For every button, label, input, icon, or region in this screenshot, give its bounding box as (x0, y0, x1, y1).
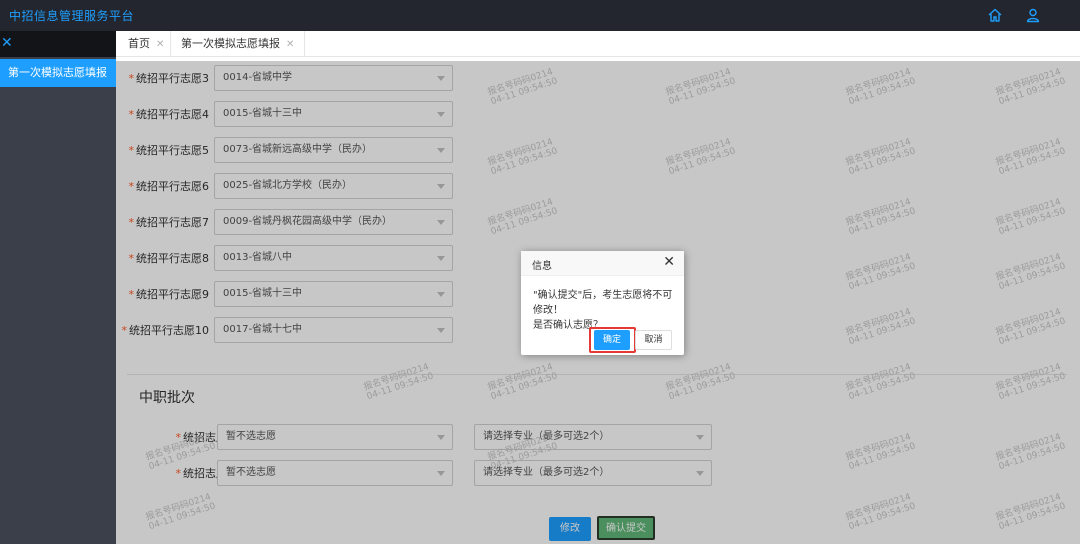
close-icon[interactable]: ✕ (663, 255, 675, 269)
user-icon[interactable] (1025, 7, 1041, 23)
tab-mock-application[interactable]: 第一次模拟志愿填报 ✕ (170, 31, 306, 57)
top-header: 中招信息管理服务平台 (0, 0, 1080, 31)
sidebar-item-label: 第一次模拟志愿填报 (8, 66, 107, 79)
confirm-dialog: 信息 ✕ "确认提交"后，考生志愿将不可修改！ 是否确认志愿？ 确定 取消 (521, 251, 684, 355)
dialog-title: 信息 (532, 261, 552, 272)
sidebar-header: ✕ (0, 31, 116, 57)
sidebar: ✕ 第一次模拟志愿填报 (0, 31, 116, 544)
app-title: 中招信息管理服务平台 (9, 9, 135, 23)
sidebar-collapse-icon[interactable]: ✕ (1, 36, 13, 50)
tab-home[interactable]: 首页 ✕ (118, 31, 174, 57)
tab-label: 第一次模拟志愿填报 (181, 37, 280, 50)
tab-close-icon[interactable]: ✕ (286, 39, 294, 50)
tab-bar: 首页 ✕ 第一次模拟志愿填报 ✕ (116, 31, 1080, 57)
home-icon[interactable] (987, 7, 1003, 23)
confirm-button[interactable]: 确定 (594, 330, 630, 350)
tab-close-icon[interactable]: ✕ (156, 39, 164, 50)
dialog-header: 信息 ✕ (521, 251, 684, 276)
tab-label: 首页 (128, 37, 150, 50)
cancel-button[interactable]: 取消 (635, 330, 672, 350)
sidebar-item-mock-application[interactable]: 第一次模拟志愿填报 (0, 59, 116, 87)
